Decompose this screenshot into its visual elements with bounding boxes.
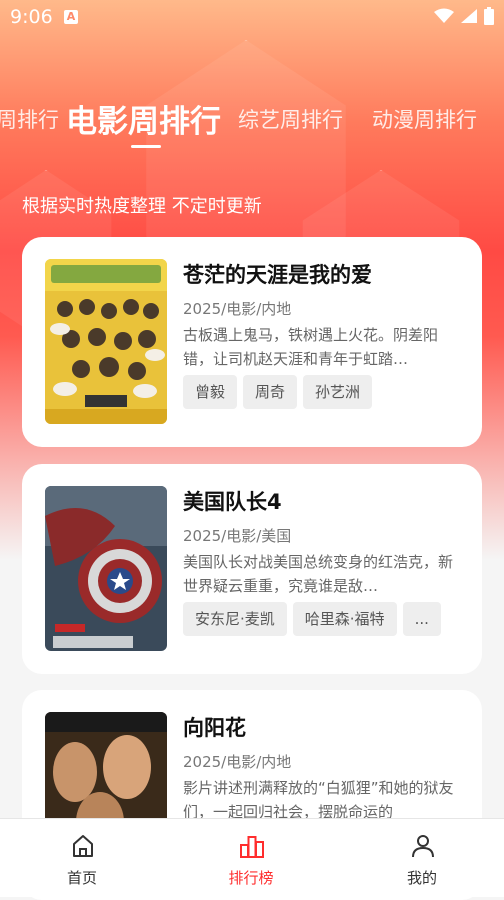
- movie-info: 美国队长4 2025/电影/美国 美国队长对战美国总统变身的红浩克，新世界疑云重…: [183, 486, 463, 636]
- bottom-navigation: 首页 排行榜 我的: [0, 818, 504, 897]
- movie-meta: 2025/电影/内地: [183, 300, 292, 318]
- status-bar: 9:06 A: [0, 0, 504, 34]
- tab-weekly[interactable]: 周排行: [0, 104, 59, 134]
- nav-profile-label: 我的: [406, 869, 437, 887]
- more-cast-tag[interactable]: ...: [402, 602, 441, 636]
- cast-tag[interactable]: 周奇: [243, 375, 298, 409]
- signal-icon: [461, 9, 477, 23]
- movie-info: 苍茫的天涯是我的爱 2025/电影/内地 古板遇上鬼马，铁树遇上火花。阴差阳错，…: [183, 259, 463, 409]
- battery-icon: [484, 7, 494, 25]
- nav-ranking[interactable]: 排行榜: [191, 819, 311, 897]
- movie-card[interactable]: 苍茫的天涯是我的爱 2025/电影/内地 古板遇上鬼马，铁树遇上火花。阴差阳错，…: [22, 237, 482, 447]
- category-tabs: 周排行 电影周排行 综艺周排行 动漫周排行: [0, 94, 504, 148]
- wifi-icon: [434, 8, 454, 23]
- status-time: 9:06: [10, 6, 53, 28]
- movie-description: 古板遇上鬼马，铁树遇上火花。阴差阳错，让司机赵天涯和青年于虹踏…: [183, 326, 439, 368]
- cast-tag[interactable]: 安东尼·麦凯: [183, 602, 287, 636]
- movie-poster: [45, 259, 167, 424]
- ranking-icon: [240, 836, 264, 858]
- profile-icon: [412, 835, 434, 858]
- nav-profile[interactable]: 我的: [362, 819, 482, 897]
- status-icons: [434, 7, 494, 25]
- cast-tag[interactable]: 孙艺洲: [303, 375, 373, 409]
- movie-card[interactable]: 美国队长4 2025/电影/美国 美国队长对战美国总统变身的红浩克，新世界疑云重…: [22, 464, 482, 674]
- movie-title: 苍茫的天涯是我的爱: [183, 263, 372, 287]
- movie-title: 美国队长4: [183, 490, 282, 514]
- movie-poster: [45, 486, 167, 651]
- app-notification-icon: A: [64, 10, 78, 24]
- tab-anime-weekly[interactable]: 动漫周排行: [372, 104, 477, 134]
- active-tab-indicator: [131, 145, 161, 148]
- movie-meta: 2025/电影/美国: [183, 527, 292, 545]
- home-icon: [73, 835, 93, 857]
- nav-ranking-label: 排行榜: [228, 869, 274, 887]
- cast-tags: 安东尼·麦凯 哈里森·福特 ...: [183, 602, 463, 636]
- tab-movie-weekly[interactable]: 电影周排行: [66, 96, 221, 141]
- movie-title: 向阳花: [183, 716, 246, 740]
- cast-tag[interactable]: 哈里森·福特: [292, 602, 397, 636]
- movie-description: 影片讲述刑满释放的“白狐狸”和她的狱友们，一起回归社会，摆脱命运的: [183, 779, 454, 821]
- movie-meta: 2025/电影/内地: [183, 753, 292, 771]
- movie-info: 向阳花 2025/电影/内地 影片讲述刑满释放的“白狐狸”和她的狱友们，一起回归…: [183, 712, 463, 824]
- nav-home[interactable]: 首页: [22, 819, 142, 897]
- nav-home-label: 首页: [66, 869, 97, 887]
- cast-tag[interactable]: 曾毅: [183, 375, 238, 409]
- ranking-subtitle: 根据实时热度整理 不定时更新: [22, 196, 262, 217]
- cast-tags: 曾毅 周奇 孙艺洲: [183, 375, 463, 409]
- tab-variety-weekly[interactable]: 综艺周排行: [238, 104, 343, 134]
- movie-description: 美国队长对战美国总统变身的红浩克，新世界疑云重重，究竟谁是敌…: [183, 553, 454, 595]
